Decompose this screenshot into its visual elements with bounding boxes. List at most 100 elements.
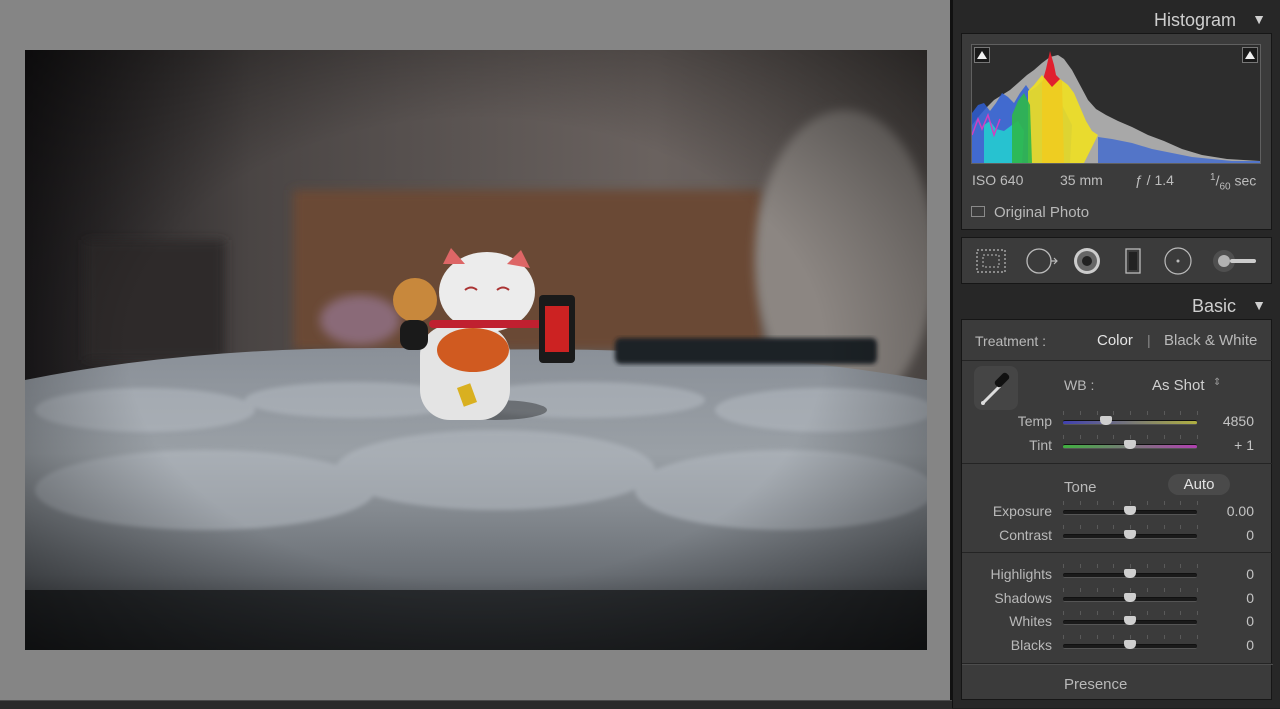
slider-tick (1079, 588, 1081, 592)
original-photo-checkbox[interactable] (971, 206, 985, 217)
slider-tick (1063, 525, 1064, 529)
blacks-ticks (1063, 635, 1198, 639)
slider-tick (1096, 501, 1098, 505)
presence-label[interactable]: Presence (1064, 676, 1127, 693)
slider-tick (1113, 525, 1115, 529)
slider-tick (1146, 411, 1148, 415)
shadow-clipping-indicator[interactable] (974, 47, 990, 63)
slider-tick (1180, 501, 1182, 505)
exif-aperture: ƒ / 1.4 (1135, 172, 1174, 188)
highlights-label: Highlights (990, 566, 1052, 582)
basic-header[interactable]: Basic ▼ (953, 290, 1280, 320)
crop-overlay-icon[interactable] (974, 246, 1008, 276)
contrast-ticks (1063, 525, 1198, 529)
slider-tick (1063, 611, 1064, 615)
slider-tick (1130, 501, 1131, 505)
dropdown-arrows-icon[interactable]: ⇕ (1213, 377, 1221, 388)
shadows-slider-thumb[interactable] (1124, 593, 1136, 602)
temp-value[interactable]: 4850 (1194, 413, 1254, 429)
slider-tick (1130, 611, 1131, 615)
slider-tick (1163, 564, 1165, 568)
exif-shutter-num: 1 (1210, 172, 1216, 183)
blacks-value[interactable]: 0 (1194, 637, 1254, 653)
slider-tick (1146, 564, 1148, 568)
temp-slider-track[interactable] (1063, 420, 1197, 425)
histogram-header[interactable]: Histogram ▼ (953, 4, 1280, 34)
histogram-graph[interactable] (971, 44, 1261, 164)
blacks-label: Blacks (1010, 637, 1052, 653)
slider-tick (1113, 435, 1115, 439)
slider-tick (1130, 564, 1131, 568)
spot-removal-icon[interactable] (1024, 246, 1058, 276)
slider-tick (1180, 564, 1182, 568)
exposure-slider-thumb[interactable] (1124, 506, 1136, 515)
slider-tick (1146, 435, 1148, 439)
tone-label: Tone (1064, 479, 1097, 496)
exposure-value[interactable]: 0.00 (1194, 503, 1254, 519)
slider-tick (1146, 501, 1148, 505)
slider-tick (1130, 588, 1131, 592)
slider-tick (1063, 635, 1064, 639)
highlights-value[interactable]: 0 (1194, 566, 1254, 582)
slider-tick (1180, 611, 1182, 615)
white-balance-selector[interactable] (974, 366, 1018, 410)
image-canvas[interactable] (0, 0, 951, 700)
highlight-clipping-indicator[interactable] (1242, 47, 1258, 63)
slider-tick (1130, 525, 1131, 529)
develop-right-panel: Histogram ▼ ISO 640 35 mm ƒ / 1.4 1/60 s… (953, 0, 1280, 708)
exif-shutter: 1/60 sec (1210, 172, 1257, 193)
wb-dropdown[interactable]: As Shot (1152, 377, 1205, 394)
histogram-title: Histogram (1153, 10, 1236, 30)
whites-value[interactable]: 0 (1194, 613, 1254, 629)
exif-focal-length: 35 mm (1060, 172, 1103, 188)
slider-tick (1096, 611, 1098, 615)
slider-tick (1163, 411, 1165, 415)
slider-tick (1079, 411, 1081, 415)
red-eye-icon[interactable] (1070, 246, 1104, 276)
graduated-filter-icon[interactable] (1116, 246, 1150, 276)
tool-strip (961, 237, 1272, 284)
basic-title: Basic (1191, 296, 1236, 316)
slider-tick (1079, 635, 1081, 639)
slider-tick (1130, 411, 1131, 415)
slider-tick (1180, 525, 1182, 529)
collapse-triangle-icon[interactable]: ▼ (1252, 297, 1266, 313)
slider-tick (1163, 501, 1165, 505)
slider-tick (1113, 501, 1115, 505)
tint-value[interactable]: + 1 (1194, 437, 1254, 453)
radial-filter-icon[interactable] (1161, 246, 1195, 276)
slider-tick (1146, 588, 1148, 592)
slider-tick (1163, 588, 1165, 592)
contrast-slider-thumb[interactable] (1124, 530, 1136, 539)
treatment-bw-button[interactable]: Black & White (1164, 332, 1257, 349)
temp-slider-thumb[interactable] (1099, 416, 1112, 425)
whites-slider-thumb[interactable] (1124, 616, 1136, 625)
treatment-color-button[interactable]: Color (1097, 332, 1133, 349)
whites-ticks (1063, 611, 1198, 615)
slider-tick (1113, 611, 1115, 615)
slider-tick (1130, 435, 1131, 439)
photo-preview[interactable] (25, 50, 927, 650)
slider-tick (1180, 588, 1182, 592)
original-photo-label[interactable]: Original Photo (994, 204, 1089, 221)
collapse-triangle-icon[interactable]: ▼ (1252, 11, 1266, 27)
slider-tick (1079, 611, 1081, 615)
contrast-value[interactable]: 0 (1194, 527, 1254, 543)
highlights-slider-thumb[interactable] (1124, 569, 1136, 578)
blacks-slider-thumb[interactable] (1124, 640, 1136, 649)
tint-slider-thumb[interactable] (1124, 440, 1136, 449)
slider-tick (1180, 435, 1182, 439)
slider-tick (1096, 411, 1098, 415)
slider-tick (1096, 588, 1098, 592)
adjustment-brush-icon[interactable] (1210, 246, 1260, 276)
auto-tone-button[interactable]: Auto (1168, 474, 1230, 495)
slider-tick (1163, 525, 1165, 529)
slider-tick (1146, 611, 1148, 615)
shadows-value[interactable]: 0 (1194, 590, 1254, 606)
slider-tick (1180, 411, 1182, 415)
histogram-plot (972, 51, 1260, 163)
slider-tick (1079, 501, 1081, 505)
slider-tick (1113, 564, 1115, 568)
contrast-label: Contrast (999, 527, 1052, 543)
exif-shutter-den: 60 (1219, 181, 1231, 193)
